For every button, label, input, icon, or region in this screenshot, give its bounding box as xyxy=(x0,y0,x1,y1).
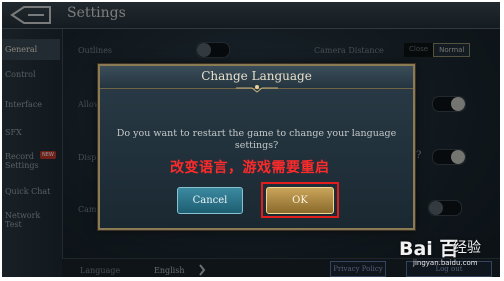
watermark-text: 经验 xyxy=(453,240,481,256)
ok-button[interactable]: OK xyxy=(266,187,334,214)
ornament-icon xyxy=(236,85,278,93)
watermark-logo: Bai 百 xyxy=(399,238,459,260)
change-language-dialog: Change Language Do you want to restart t… xyxy=(98,64,415,230)
cancel-button[interactable]: Cancel xyxy=(177,187,243,214)
game-screen: Settings General Control Interface SFX R… xyxy=(2,2,500,277)
annotation-text: 改变语言，游戏需要重启 xyxy=(170,160,330,176)
dialog-message: Do you want to restart the game to chang… xyxy=(116,128,397,151)
watermark: Bai 百 经验 jingyan.baidu.com xyxy=(399,234,500,274)
watermark-url: jingyan.baidu.com xyxy=(413,259,478,267)
dialog-title: Change Language xyxy=(201,69,312,83)
